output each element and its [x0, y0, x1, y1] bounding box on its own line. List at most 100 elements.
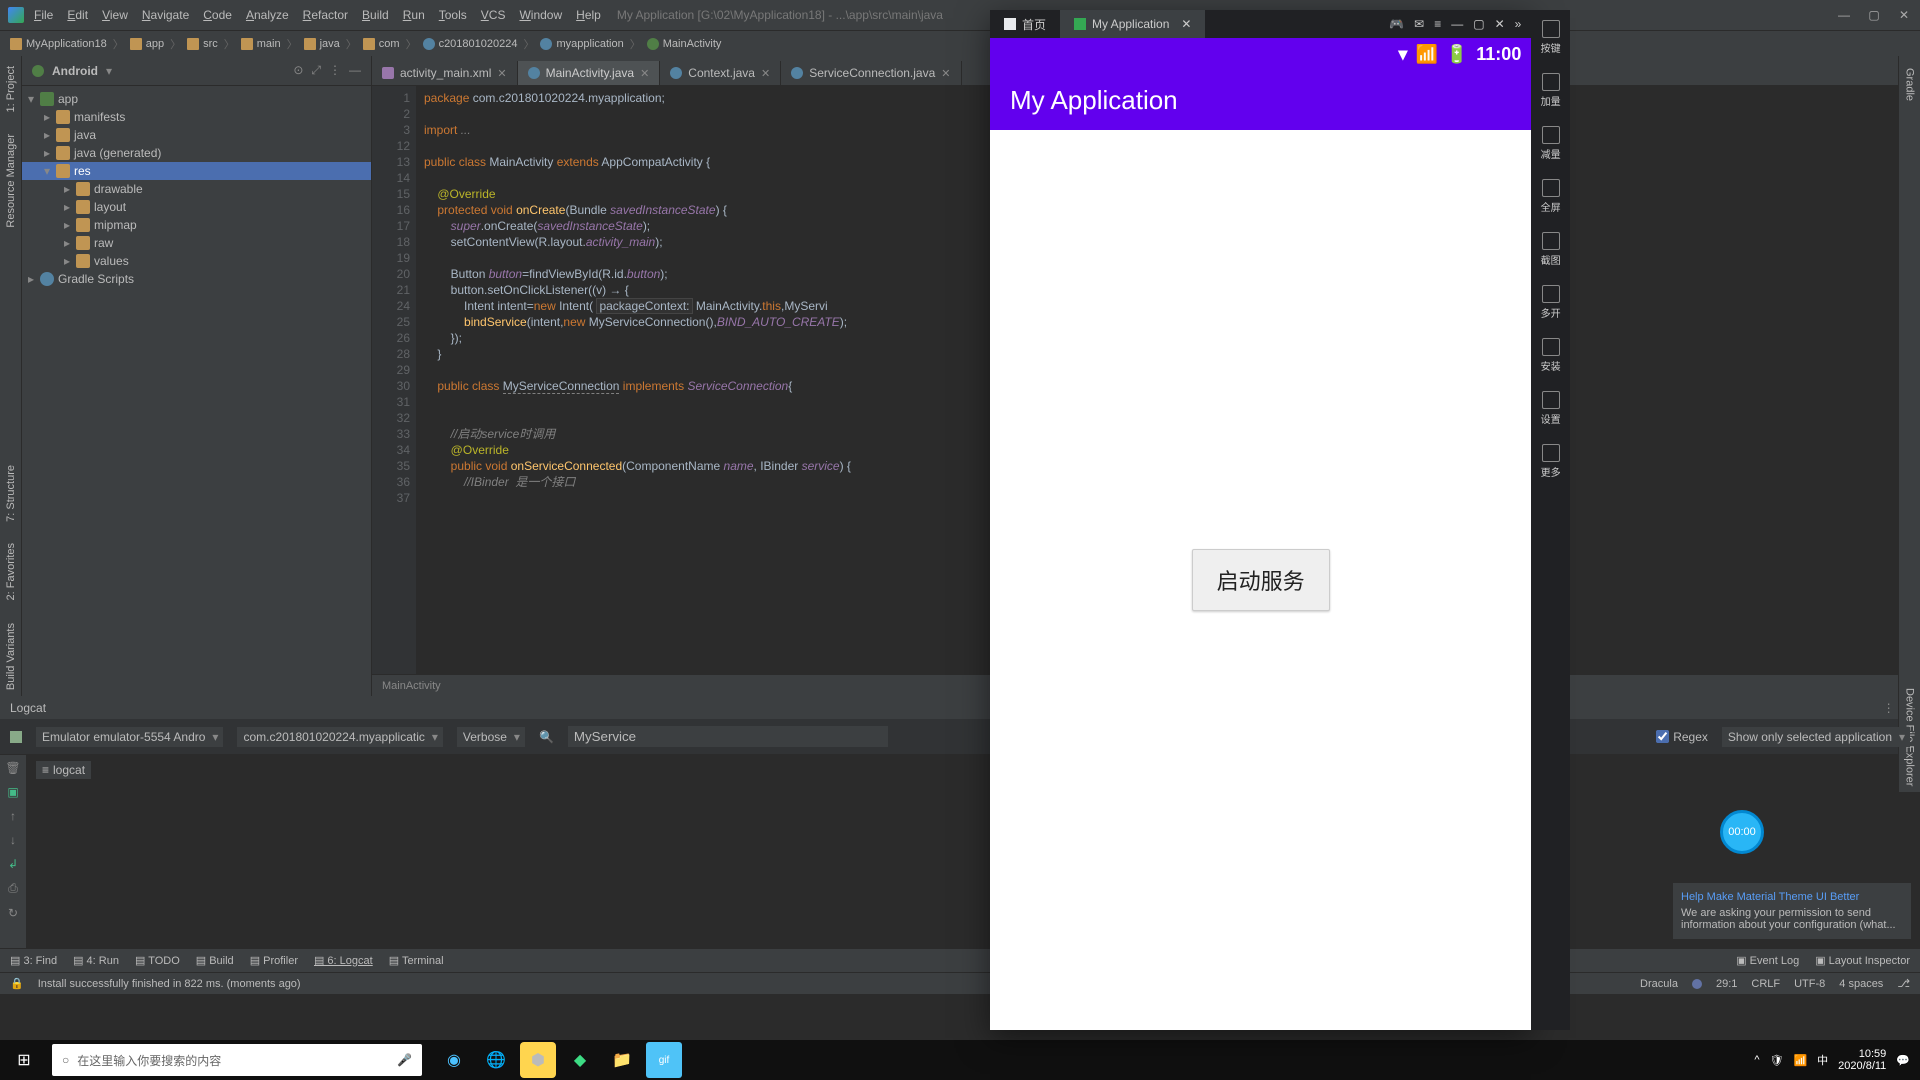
tool-resource-manager[interactable]: Resource Manager: [5, 128, 17, 234]
level-selector[interactable]: Verbose: [457, 727, 525, 747]
app-gif[interactable]: gif: [646, 1042, 682, 1078]
restart-icon[interactable]: ↻: [8, 906, 18, 920]
tool-gradle[interactable]: Gradle: [1904, 62, 1916, 107]
regex-checkbox[interactable]: Regex: [1656, 730, 1708, 744]
tab-ServiceConnection.java[interactable]: ServiceConnection.java✕: [781, 61, 961, 85]
mail-icon[interactable]: ✉: [1414, 17, 1424, 31]
target-icon[interactable]: ⊙: [293, 63, 303, 78]
clock[interactable]: 10:59 2020/8/11: [1838, 1048, 1886, 1072]
menu-build[interactable]: Build: [356, 4, 395, 26]
emu-加量[interactable]: 加量: [1541, 73, 1561, 108]
system-tray[interactable]: ^ 🛡 📶 中 10:59 2020/8/11 💬: [1754, 1048, 1920, 1072]
mic-icon[interactable]: 🎤: [397, 1053, 412, 1067]
close-icon[interactable]: ✕: [761, 67, 770, 80]
tree-node-values[interactable]: ▸values: [22, 252, 371, 270]
close-icon[interactable]: ✕: [1181, 17, 1191, 31]
emu-减量[interactable]: 减量: [1541, 126, 1561, 161]
print-icon[interactable]: ⎙: [8, 881, 18, 896]
tree-twisty-icon[interactable]: ▸: [62, 236, 72, 250]
gamepad-icon[interactable]: 🎮: [1389, 17, 1404, 31]
tree-node-layout[interactable]: ▸layout: [22, 198, 371, 216]
device-selector[interactable]: Emulator emulator-5554 Andro: [36, 727, 223, 747]
collapse-side-icon[interactable]: »: [1515, 17, 1522, 31]
menu-vcs[interactable]: VCS: [475, 4, 512, 26]
scope-selector[interactable]: Show only selected application: [1722, 727, 1910, 747]
project-tree[interactable]: ▾app▸manifests▸java▸java (generated)▾res…: [22, 86, 371, 292]
wifi-icon[interactable]: 📶: [1793, 1054, 1807, 1067]
menu-view[interactable]: View: [96, 4, 134, 26]
close-icon[interactable]: ✕: [941, 67, 950, 80]
tree-node-raw[interactable]: ▸raw: [22, 234, 371, 252]
tree-node-app[interactable]: ▾app: [22, 90, 371, 108]
up-icon[interactable]: ↑: [10, 809, 16, 823]
tree-twisty-icon[interactable]: ▸: [62, 200, 72, 214]
close-icon[interactable]: ✕: [497, 67, 506, 80]
minimize-button[interactable]: —: [1836, 8, 1852, 22]
menu-window[interactable]: Window: [513, 4, 568, 26]
tree-twisty-icon[interactable]: ▸: [62, 254, 72, 268]
shield-icon[interactable]: 🛡: [1770, 1054, 1784, 1067]
windows-search[interactable]: ○ 在这里输入你要搜索的内容 🎤: [52, 1044, 422, 1076]
menu-navigate[interactable]: Navigate: [136, 4, 195, 26]
crumb-3[interactable]: main: [241, 38, 281, 50]
collapse-icon[interactable]: ⤢: [311, 63, 321, 78]
project-view-mode[interactable]: Android: [52, 64, 98, 78]
app-edge[interactable]: ◉: [436, 1042, 472, 1078]
emu-截图[interactable]: 截图: [1541, 232, 1561, 267]
tab-MainActivity.java[interactable]: MainActivity.java✕: [518, 61, 661, 85]
start-service-button[interactable]: 启动服务: [1192, 549, 1330, 611]
tree-node-Gradle Scripts[interactable]: ▸Gradle Scripts: [22, 270, 371, 288]
emu-安装[interactable]: 安装: [1541, 338, 1561, 373]
menu-icon[interactable]: ≡: [1434, 17, 1441, 31]
screen-record-badge[interactable]: 00:00: [1720, 810, 1764, 854]
indent[interactable]: 4 spaces: [1839, 978, 1883, 990]
tab-activity_main.xml[interactable]: activity_main.xml✕: [372, 61, 518, 85]
tool-build-variants[interactable]: Build Variants: [5, 617, 17, 696]
menu-refactor[interactable]: Refactor: [297, 4, 354, 26]
tree-node-mipmap[interactable]: ▸mipmap: [22, 216, 371, 234]
tree-twisty-icon[interactable]: ▸: [42, 128, 52, 142]
more-icon[interactable]: ⋮: [329, 63, 341, 78]
wrap-icon[interactable]: ↲: [8, 857, 18, 871]
caret-position[interactable]: 29:1: [1716, 978, 1737, 990]
filter-input[interactable]: [568, 726, 888, 747]
hide-icon[interactable]: —: [349, 63, 361, 78]
emu-全屏[interactable]: 全屏: [1541, 179, 1561, 214]
tree-node-java (generated)[interactable]: ▸java (generated): [22, 144, 371, 162]
encoding[interactable]: UTF-8: [1794, 978, 1825, 990]
crumb-1[interactable]: app: [130, 38, 164, 50]
line-ending[interactable]: CRLF: [1751, 978, 1780, 990]
emulator-tab-app[interactable]: My Application ✕: [1060, 10, 1205, 38]
tree-twisty-icon[interactable]: ▾: [26, 92, 36, 106]
notifications-icon[interactable]: 💬: [1896, 1054, 1910, 1067]
tree-node-java[interactable]: ▸java: [22, 126, 371, 144]
close-button[interactable]: ✕: [1896, 8, 1912, 22]
start-button[interactable]: ⊞: [0, 1040, 48, 1080]
notification-popup[interactable]: Help Make Material Theme UI Better We ar…: [1672, 882, 1912, 940]
tree-twisty-icon[interactable]: ▸: [42, 146, 52, 160]
crumb-7[interactable]: myapplication: [540, 38, 623, 50]
stop-icon[interactable]: ▣: [7, 785, 18, 799]
chevron-up-icon[interactable]: ^: [1754, 1054, 1759, 1066]
tool-Terminal[interactable]: ▤ Terminal: [389, 954, 444, 967]
tool-favorites[interactable]: 2: Favorites: [5, 537, 17, 606]
tree-twisty-icon[interactable]: ▸: [26, 272, 36, 286]
minimize-icon[interactable]: —: [1451, 17, 1463, 31]
down-icon[interactable]: ↓: [10, 833, 16, 847]
emu-更多[interactable]: 更多: [1541, 444, 1561, 479]
tree-twisty-icon[interactable]: ▸: [62, 218, 72, 232]
tool-Profiler[interactable]: ▤ Profiler: [250, 954, 298, 967]
chevron-down-icon[interactable]: ▾: [106, 64, 112, 78]
tool-structure[interactable]: 7: Structure: [5, 459, 17, 528]
tab-Context.java[interactable]: Context.java✕: [660, 61, 781, 85]
crumb-class[interactable]: MainActivity: [382, 680, 441, 692]
close-icon[interactable]: ✕: [640, 67, 649, 80]
tool-TODO[interactable]: ▤ TODO: [135, 954, 180, 967]
app-android-studio[interactable]: ◆: [562, 1042, 598, 1078]
tree-twisty-icon[interactable]: ▸: [42, 110, 52, 124]
tool-project[interactable]: 1: Project: [5, 60, 17, 118]
logcat-tab-chip[interactable]: ≡ logcat: [36, 761, 91, 779]
emu-设置[interactable]: 设置: [1541, 391, 1561, 426]
crumb-4[interactable]: java: [304, 38, 340, 50]
maximize-button[interactable]: ▢: [1866, 8, 1882, 22]
